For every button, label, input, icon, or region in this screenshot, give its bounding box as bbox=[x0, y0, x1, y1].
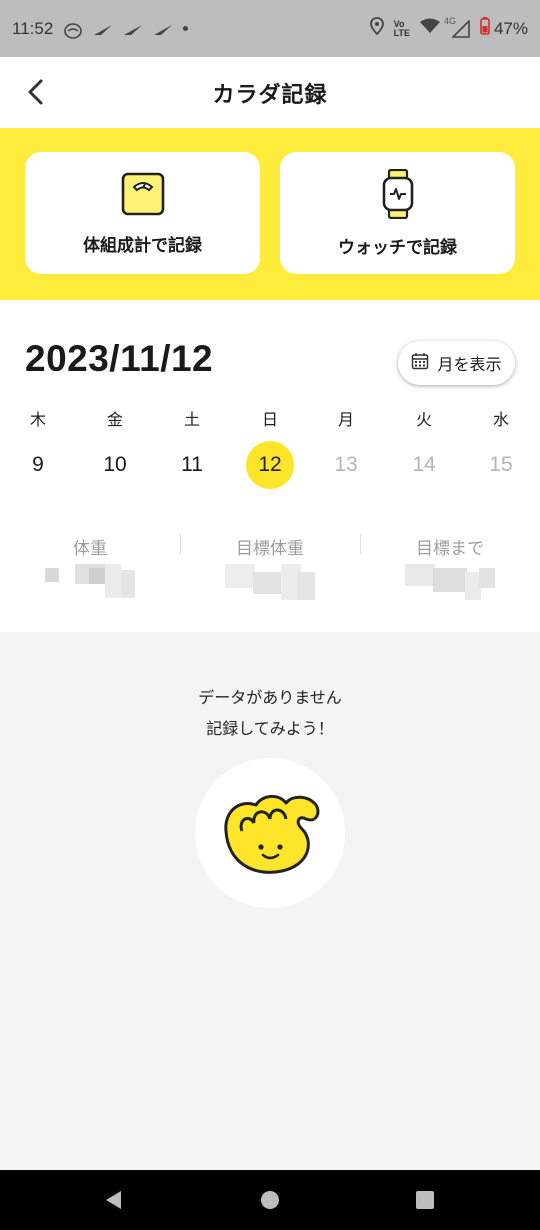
record-with-scale-label: 体組成計で記録 bbox=[83, 235, 202, 256]
remaining-label: 目標まで bbox=[416, 539, 484, 559]
weight-value-redacted bbox=[45, 564, 135, 600]
empty-message-line1: データがありません bbox=[198, 688, 342, 707]
day-11[interactable]: 土 11 bbox=[167, 408, 217, 489]
current-date: 2023/11/12 bbox=[25, 338, 214, 379]
signal-icon: 4G bbox=[444, 16, 470, 38]
nav-recents-icon[interactable] bbox=[415, 1190, 435, 1214]
weight-stats: 体重 目標体重 目標まで bbox=[0, 534, 540, 614]
record-method-band: 体組成計で記録 ウォッチで記録 bbox=[0, 128, 540, 300]
show-month-label: 月を表示 bbox=[437, 355, 502, 374]
chat-notification-icon bbox=[63, 22, 83, 39]
empty-message-line2: 記録してみよう！ bbox=[206, 719, 334, 738]
weekday-label: 金 bbox=[106, 410, 123, 429]
page-title: カラダ記録 bbox=[212, 82, 328, 108]
day-9[interactable]: 木 9 bbox=[13, 408, 63, 489]
day-13: 月 13 bbox=[321, 408, 371, 489]
weekday-label: 日 bbox=[261, 410, 278, 429]
day-number: 11 bbox=[181, 453, 203, 476]
status-time: 11:52 bbox=[12, 18, 54, 38]
mascot-icon bbox=[195, 758, 345, 908]
weekday-label: 火 bbox=[415, 410, 432, 429]
nav-back-icon[interactable] bbox=[104, 1190, 124, 1214]
day-number: 9 bbox=[32, 453, 44, 476]
battery-percent: 47% bbox=[493, 18, 528, 38]
back-arrow-icon[interactable] bbox=[22, 77, 52, 107]
status-bar: 11:52 Vo LTE 4G 47% bbox=[0, 0, 540, 57]
app-header: カラダ記録 bbox=[0, 57, 540, 128]
target-weight-stat: 目標体重 bbox=[180, 534, 360, 559]
day-12-selected[interactable]: 日 12 bbox=[245, 408, 295, 489]
more-notifications-dot bbox=[183, 26, 189, 31]
nav-home-icon[interactable] bbox=[260, 1190, 280, 1214]
scale-icon bbox=[120, 171, 166, 217]
location-icon bbox=[369, 17, 384, 40]
battery-icon bbox=[480, 17, 490, 40]
day-14: 火 14 bbox=[399, 408, 449, 489]
record-with-watch-label: ウォッチで記録 bbox=[338, 237, 457, 258]
weight-label: 体重 bbox=[73, 539, 107, 559]
record-with-watch-button[interactable]: ウォッチで記録 bbox=[280, 152, 515, 274]
day-number: 14 bbox=[412, 453, 436, 476]
system-nav-bar bbox=[0, 1170, 540, 1230]
send-notification-icon-2 bbox=[123, 22, 143, 36]
volte-icon: Vo LTE bbox=[393, 18, 410, 38]
day-15: 水 15 bbox=[476, 408, 526, 489]
empty-state: データがありません 記録してみよう！ bbox=[0, 632, 540, 1170]
day-10[interactable]: 金 10 bbox=[90, 408, 140, 489]
day-number: 10 bbox=[103, 453, 127, 476]
remaining-stat: 目標まで bbox=[360, 534, 540, 559]
send-notification-icon-1 bbox=[93, 22, 113, 36]
target-weight-label: 目標体重 bbox=[236, 539, 304, 559]
weekday-label: 土 bbox=[183, 410, 200, 429]
weekday-label: 木 bbox=[29, 410, 46, 429]
date-section: 2023/11/12 月を表示 木 9 金 10 土 11 日 12 月 13 … bbox=[0, 300, 540, 632]
calendar-icon bbox=[411, 352, 429, 374]
day-number: 12 bbox=[246, 441, 294, 489]
weight-stat: 体重 bbox=[0, 534, 180, 559]
show-month-button[interactable]: 月を表示 bbox=[398, 341, 515, 385]
send-notification-icon-3 bbox=[153, 22, 173, 36]
day-number: 15 bbox=[489, 453, 513, 476]
remaining-value-redacted bbox=[405, 564, 495, 600]
target-value-redacted bbox=[225, 564, 315, 600]
empty-message: データがありません 記録してみよう！ bbox=[0, 682, 540, 744]
record-with-scale-button[interactable]: 体組成計で記録 bbox=[25, 152, 260, 274]
weekday-label: 水 bbox=[492, 410, 509, 429]
smartwatch-icon bbox=[381, 168, 415, 219]
weekday-label: 月 bbox=[337, 410, 354, 429]
day-number: 13 bbox=[334, 453, 358, 476]
wifi-icon bbox=[419, 18, 440, 39]
